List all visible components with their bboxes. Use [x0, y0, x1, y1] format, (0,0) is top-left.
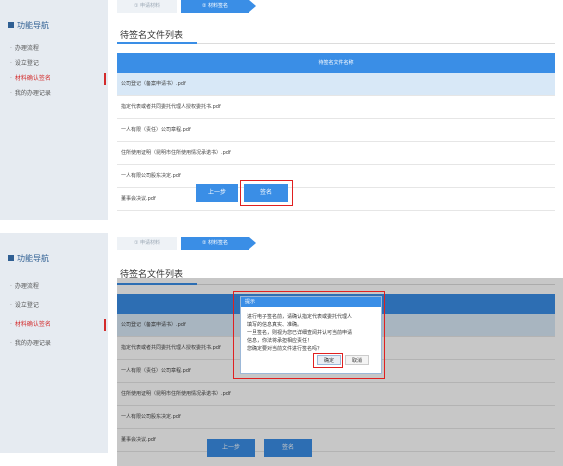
screenshot-panel-after: 功能导航 · 办理流程 · 设立登记 · 材料确认签名 · 我的办理记录 ① 申请材料 … — [0, 233, 563, 466]
sidebar-item-process[interactable]: · 办理流程 — [10, 282, 106, 292]
sidebar: 功能导航 · 办理流程 · 设立登记 · 材料确认签名 · 我的办理记录 — [0, 233, 108, 453]
sidebar-item-process[interactable]: · 办理流程 — [10, 44, 106, 54]
bullet-icon: · — [10, 60, 12, 67]
nav-title: 功能导航 — [8, 20, 49, 31]
bullet-icon: · — [10, 45, 12, 52]
sidebar-item-sign[interactable]: · 材料确认签名 — [10, 319, 106, 331]
step-apply-materials: ① 申请材料 — [117, 237, 177, 250]
table-header: 待签名文件名称 — [117, 53, 555, 73]
sidebar-item-register[interactable]: · 设立登记 — [10, 301, 106, 311]
highlight-box — [240, 180, 293, 206]
menu-square-icon — [8, 255, 14, 261]
sidebar-item-label: 我的办理记录 — [14, 90, 51, 97]
active-indicator — [104, 73, 106, 85]
screenshot-panel-before: 功能导航 · 办理流程 · 设立登记 · 材料确认签名 · 我的办理记录 ① 申请材料 … — [0, 0, 563, 233]
menu-square-icon — [8, 22, 14, 28]
ok-highlight-box — [313, 353, 343, 368]
nav-title-label: 功能导航 — [17, 254, 49, 263]
sidebar-item-records[interactable]: · 我的办理记录 — [10, 339, 106, 349]
table-row[interactable]: 指定代表或者共同委托代理人授权委托书.pdf — [117, 96, 555, 119]
bullet-icon: · — [10, 75, 12, 82]
prev-button[interactable]: 上一步 — [196, 184, 238, 202]
sidebar: 功能导航 · 办理流程 · 设立登记 · 材料确认签名 · 我的办理记录 — [0, 0, 108, 220]
bullet-icon: · — [10, 302, 12, 309]
sidebar-item-label: 办理流程 — [14, 283, 39, 290]
nav-title: 功能导航 — [8, 253, 49, 264]
nav-title-label: 功能导航 — [17, 21, 49, 30]
table-row[interactable]: 公司登记（备案申请书）.pdf — [117, 73, 555, 96]
table-row[interactable]: 住所使用证明（昆明市住所使用情况承诺书）.pdf — [117, 142, 555, 165]
sidebar-item-label: 材料确认签名 — [14, 75, 51, 82]
sidebar-item-label: 设立登记 — [14, 302, 39, 309]
bullet-icon: · — [10, 321, 12, 328]
bullet-icon: · — [10, 90, 12, 97]
step-indicator: ① 申请材料 ② 材料签名 — [117, 0, 277, 13]
sidebar-item-records[interactable]: · 我的办理记录 — [10, 89, 106, 99]
step-indicator: ① 申请材料 ② 材料签名 — [117, 237, 277, 250]
sidebar-item-sign[interactable]: · 材料确认签名 — [10, 73, 106, 85]
step-sign-materials: ② 材料签名 — [181, 0, 256, 13]
bullet-icon: · — [10, 283, 12, 290]
dialog-highlight-box — [233, 291, 385, 379]
title-underline — [117, 42, 197, 44]
table-row[interactable]: 一人有限公司股东决定.pdf — [117, 165, 555, 188]
active-indicator — [104, 319, 106, 331]
sidebar-item-label: 办理流程 — [14, 45, 39, 52]
step-apply-materials: ① 申请材料 — [117, 0, 177, 13]
table-row[interactable]: 董事会决议.pdf — [117, 188, 555, 211]
step-sign-materials: ② 材料签名 — [181, 237, 256, 250]
sidebar-item-label: 材料确认签名 — [14, 321, 51, 328]
bullet-icon: · — [10, 340, 12, 347]
sidebar-item-label: 设立登记 — [14, 60, 39, 67]
sidebar-item-register[interactable]: · 设立登记 — [10, 59, 106, 69]
page-title: 待签名文件列表 — [120, 31, 184, 41]
file-table: 待签名文件名称 公司登记（备案申请书）.pdf 指定代表或者共同委托代理人授权委… — [117, 53, 555, 211]
table-row[interactable]: 一人有限（责任）公司章程.pdf — [117, 119, 555, 142]
sidebar-item-label: 我的办理记录 — [14, 340, 51, 347]
